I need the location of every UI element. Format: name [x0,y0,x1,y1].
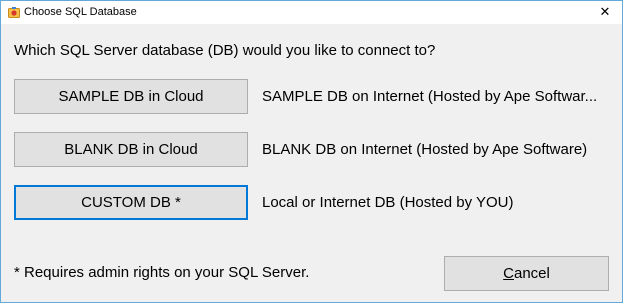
close-button[interactable]: ✕ [588,1,622,24]
sample-db-button[interactable]: SAMPLE DB in Cloud [14,79,248,114]
admin-rights-footnote: * Requires admin rights on your SQL Serv… [14,264,310,281]
title-bar[interactable]: Choose SQL Database ✕ [1,1,622,24]
dialog-window: Choose SQL Database ✕ Which SQL Server d… [0,0,623,303]
blank-db-description: BLANK DB on Internet (Hosted by Ape Soft… [262,141,588,158]
window-title: Choose SQL Database [24,6,137,18]
close-icon: ✕ [599,5,611,20]
custom-db-button[interactable]: CUSTOM DB * [14,185,248,220]
app-icon [8,6,20,18]
custom-db-description: Local or Internet DB (Hosted by YOU) [262,194,514,211]
cancel-mnemonic: C [503,265,514,282]
cancel-label-rest: ancel [513,265,550,282]
cancel-button[interactable]: Cancel [444,256,609,291]
dialog-prompt: Which SQL Server database (DB) would you… [14,42,436,59]
sample-db-description: SAMPLE DB on Internet (Hosted by Ape Sof… [262,88,598,105]
blank-db-button[interactable]: BLANK DB in Cloud [14,132,248,167]
